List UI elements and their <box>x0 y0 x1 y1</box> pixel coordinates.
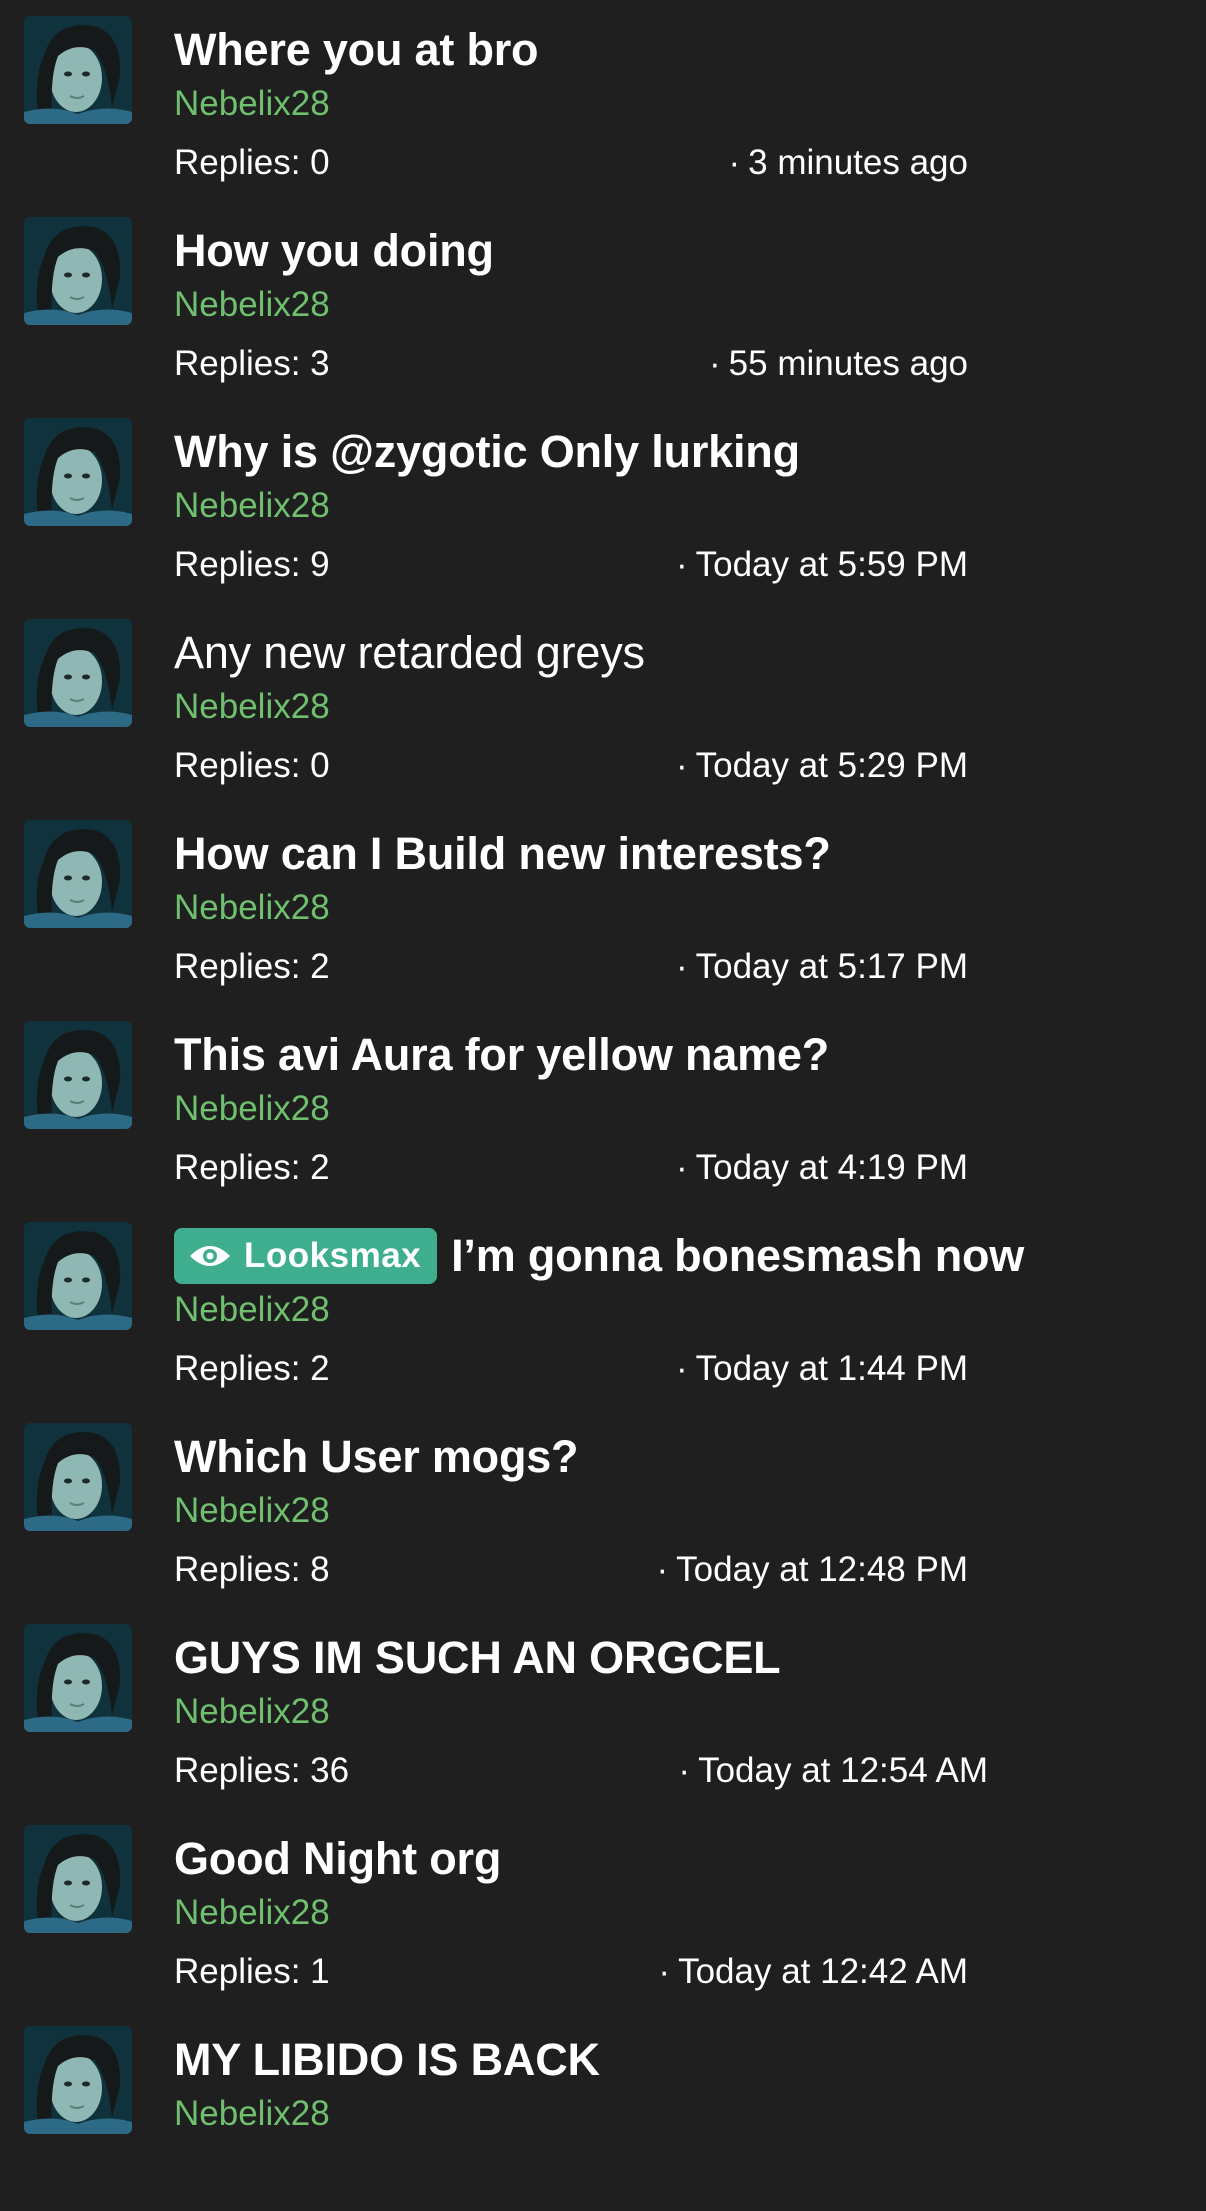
reply-count: Replies: 3 <box>174 344 330 383</box>
thread-author[interactable]: Nebelix28 <box>174 1692 330 1732</box>
time-text[interactable]: Today at 1:44 PM <box>696 1349 968 1388</box>
thread-list: Where you at bro Nebelix28 Replies: 0 · 3… <box>0 0 1206 2134</box>
thread-author[interactable]: Nebelix28 <box>174 1893 330 1933</box>
reply-count: Replies: 36 <box>174 1751 350 1790</box>
thread-item[interactable]: Why is @zygotic Only lurking Nebelix28 R… <box>0 402 1206 603</box>
prefix-badge-looksmax[interactable]: Looksmax <box>174 1228 438 1284</box>
avatar[interactable] <box>24 1021 132 1129</box>
time-text[interactable]: 55 minutes ago <box>729 344 968 383</box>
thread-title-text[interactable]: Where you at bro <box>174 24 539 76</box>
separator-dot: · <box>656 1550 669 1589</box>
thread-item[interactable]: How you doing Nebelix28 Replies: 3 · 55 m… <box>0 201 1206 402</box>
thread-title-text[interactable]: MY LIBIDO IS BACK <box>174 2034 600 2086</box>
thread-title-text[interactable]: Why is @zygotic Only lurking <box>174 426 800 478</box>
time-text[interactable]: 3 minutes ago <box>748 143 968 182</box>
thread-author[interactable]: Nebelix28 <box>174 1290 330 1330</box>
thread-title[interactable]: Looksmax I’m gonna bonesmash now <box>174 1226 1024 1286</box>
thread-author[interactable]: Nebelix28 <box>174 1089 330 1129</box>
reply-count: Replies: 1 <box>174 1952 330 1991</box>
thread-time[interactable]: · 55 minutes ago <box>709 344 968 384</box>
thread-time[interactable]: · Today at 4:19 PM <box>676 1148 968 1188</box>
thread-title-text[interactable]: Any new retarded greys <box>174 627 645 679</box>
time-text[interactable]: Today at 5:59 PM <box>696 545 968 584</box>
thread-author[interactable]: Nebelix28 <box>174 1491 330 1531</box>
avatar[interactable] <box>24 1222 132 1330</box>
thread-author[interactable]: Nebelix28 <box>174 486 330 526</box>
avatar[interactable] <box>24 1423 132 1531</box>
thread-title-text[interactable]: GUYS IM SUCH AN ORGCEL <box>174 1632 781 1684</box>
separator-dot: · <box>675 545 688 584</box>
thread-item[interactable]: Looksmax I’m gonna bonesmash now Nebelix… <box>0 1206 1206 1407</box>
thread-title-text[interactable]: How you doing <box>174 225 494 277</box>
thread-item[interactable]: Good Night org Nebelix28 Replies: 1 · Tod… <box>0 1809 1206 2010</box>
thread-title-text[interactable]: This avi Aura for yellow name? <box>174 1029 829 1081</box>
time-text[interactable]: Today at 12:54 AM <box>698 1751 988 1790</box>
thread-title[interactable]: Where you at bro <box>174 20 539 80</box>
thread-title[interactable]: GUYS IM SUCH AN ORGCEL <box>174 1628 781 1688</box>
thread-item[interactable]: Any new retarded greys Nebelix28 Replies… <box>0 603 1206 804</box>
thread-author[interactable]: Nebelix28 <box>174 687 330 727</box>
thread-time[interactable]: · Today at 5:29 PM <box>676 746 968 786</box>
thread-item[interactable]: How can I Build new interests? Nebelix28… <box>0 804 1206 1005</box>
thread-item[interactable]: This avi Aura for yellow name? Nebelix28… <box>0 1005 1206 1206</box>
thread-author[interactable]: Nebelix28 <box>174 888 330 928</box>
eye-icon <box>190 1246 230 1266</box>
thread-title-text[interactable]: How can I Build new interests? <box>174 828 831 880</box>
thread-title[interactable]: Good Night org <box>174 1829 501 1889</box>
time-text[interactable]: Today at 5:17 PM <box>696 947 968 986</box>
time-text[interactable]: Today at 12:42 AM <box>678 1952 968 1991</box>
reply-count: Replies: 8 <box>174 1550 330 1589</box>
time-text[interactable]: Today at 4:19 PM <box>696 1148 968 1187</box>
thread-title[interactable]: How you doing <box>174 221 494 281</box>
thread-time[interactable]: · Today at 12:42 AM <box>658 1952 968 1992</box>
thread-title[interactable]: MY LIBIDO IS BACK <box>174 2030 600 2090</box>
thread-title[interactable]: This avi Aura for yellow name? <box>174 1025 829 1085</box>
avatar[interactable] <box>24 217 132 325</box>
separator-dot: · <box>728 143 741 182</box>
avatar[interactable] <box>24 1825 132 1933</box>
thread-title[interactable]: Why is @zygotic Only lurking <box>174 422 800 482</box>
thread-title[interactable]: Any new retarded greys <box>174 623 645 683</box>
thread-time[interactable]: · Today at 5:17 PM <box>676 947 968 987</box>
thread-title-text[interactable]: Good Night org <box>174 1833 501 1885</box>
thread-time[interactable]: · Today at 12:54 AM <box>678 1751 988 1791</box>
reply-count: Replies: 0 <box>174 143 330 182</box>
reply-count: Replies: 0 <box>174 746 330 785</box>
separator-dot: · <box>675 947 688 986</box>
separator-dot: · <box>675 1148 688 1187</box>
prefix-label: Looksmax <box>244 1236 422 1275</box>
separator-dot: · <box>709 344 721 383</box>
thread-item[interactable]: MY LIBIDO IS BACK Nebelix28 <box>0 2010 1206 2211</box>
thread-item[interactable]: Where you at bro Nebelix28 Replies: 0 · 3… <box>0 0 1206 201</box>
thread-title-text[interactable]: I’m gonna bonesmash now <box>451 1230 1024 1282</box>
avatar[interactable] <box>24 418 132 526</box>
thread-time[interactable]: · Today at 1:44 PM <box>676 1349 968 1389</box>
thread-time[interactable]: · 3 minutes ago <box>728 143 968 183</box>
avatar[interactable] <box>24 820 132 928</box>
thread-title[interactable]: Which User mogs? <box>174 1427 579 1487</box>
time-text[interactable]: Today at 5:29 PM <box>696 746 968 785</box>
avatar[interactable] <box>24 619 132 727</box>
separator-dot: · <box>675 1349 688 1388</box>
thread-author[interactable]: Nebelix28 <box>174 84 330 124</box>
avatar[interactable] <box>24 1624 132 1732</box>
thread-author[interactable]: Nebelix28 <box>174 2094 330 2134</box>
thread-author[interactable]: Nebelix28 <box>174 285 330 325</box>
time-text[interactable]: Today at 12:48 PM <box>676 1550 968 1589</box>
avatar[interactable] <box>24 2026 132 2134</box>
thread-title-text[interactable]: Which User mogs? <box>174 1431 579 1483</box>
thread-time[interactable]: · Today at 5:59 PM <box>676 545 968 585</box>
avatar[interactable] <box>24 16 132 124</box>
thread-item[interactable]: GUYS IM SUCH AN ORGCEL Nebelix28 Replies… <box>0 1608 1206 1809</box>
thread-time[interactable]: · Today at 12:48 PM <box>657 1550 969 1590</box>
reply-count: Replies: 2 <box>174 1148 330 1187</box>
reply-count: Replies: 9 <box>174 545 330 584</box>
separator-dot: · <box>675 746 688 785</box>
reply-count: Replies: 2 <box>174 947 330 986</box>
separator-dot: · <box>658 1952 671 1991</box>
reply-count: Replies: 2 <box>174 1349 330 1388</box>
thread-item[interactable]: Which User mogs? Nebelix28 Replies: 8 · T… <box>0 1407 1206 1608</box>
separator-dot: · <box>678 1751 691 1790</box>
thread-title[interactable]: How can I Build new interests? <box>174 824 831 884</box>
